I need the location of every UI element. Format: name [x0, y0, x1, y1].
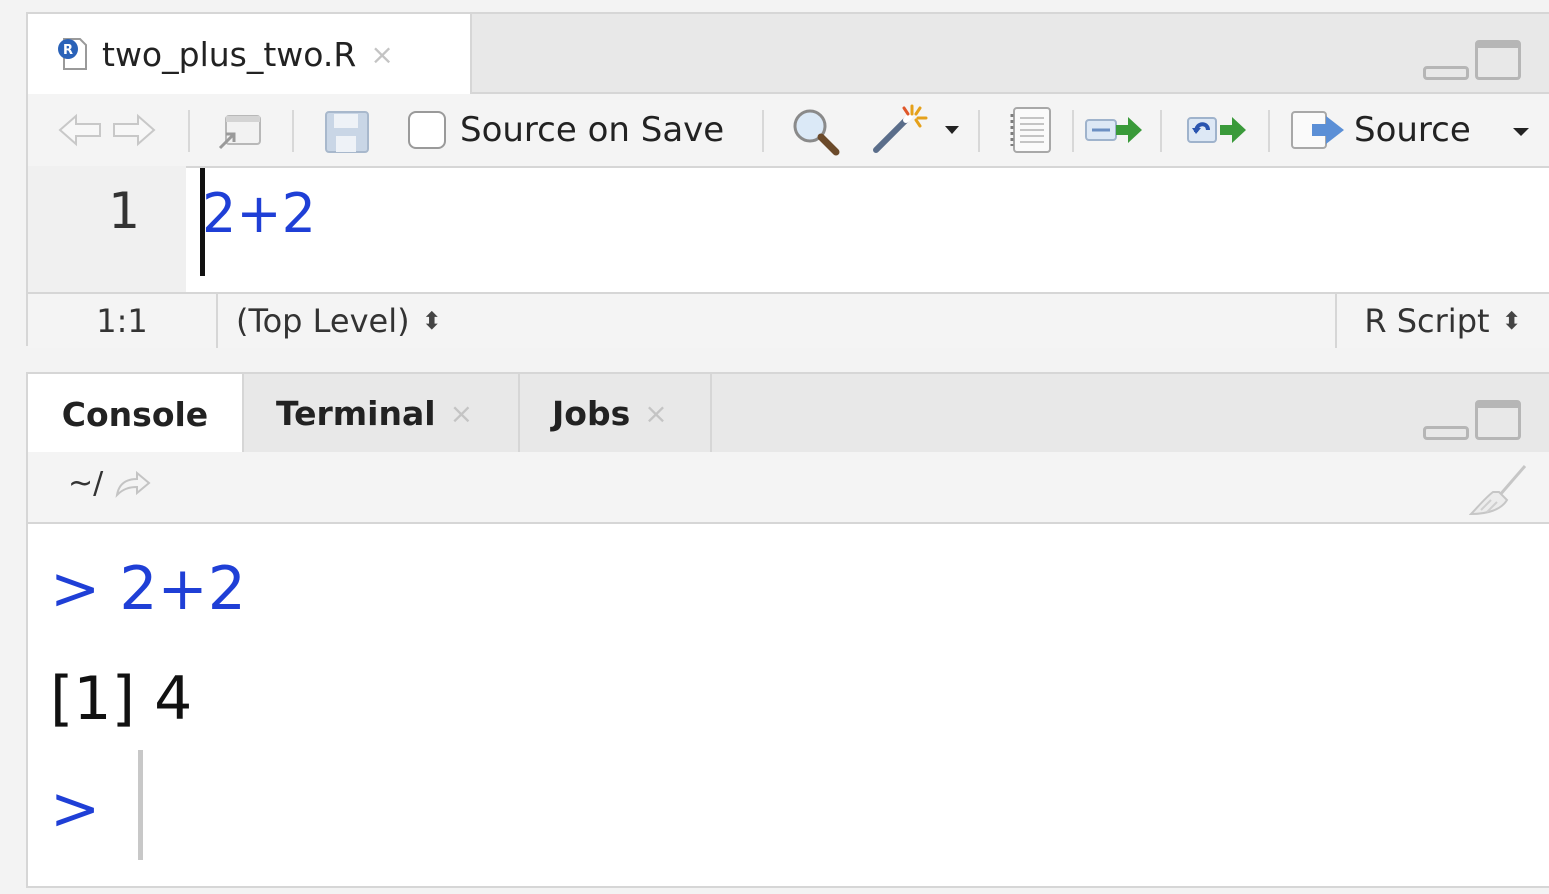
console-output-area[interactable]: > 2+2 [1] 4 > — [28, 524, 1549, 886]
toolbar-separator — [1072, 110, 1074, 152]
console-window-controls — [1423, 400, 1521, 440]
tab-jobs-label: Jobs — [552, 393, 631, 433]
source-options-chevron-icon[interactable] — [1512, 126, 1530, 138]
tab-console-label: Console — [61, 394, 209, 434]
maximize-pane-icon[interactable] — [1475, 400, 1521, 440]
source-button-label: Source — [1354, 110, 1471, 150]
minimize-pane-icon[interactable] — [1423, 66, 1469, 80]
source-on-save-toggle[interactable]: Source on Save — [408, 108, 724, 152]
console-tab-bar: Console Terminal × Jobs × — [28, 374, 1549, 454]
toolbar-separator — [188, 110, 190, 152]
rerun-icon[interactable] — [1186, 112, 1250, 148]
editor-status-bar: 1:1 (Top Level) ⬍ R Script ⬍ — [28, 292, 1549, 348]
source-on-save-checkbox[interactable] — [408, 111, 446, 149]
updown-arrows-icon: ⬍ — [1501, 307, 1522, 335]
line-number-gutter: 1 — [28, 166, 186, 294]
updown-arrows-icon: ⬍ — [421, 307, 442, 335]
code-tools-wand-icon[interactable] — [870, 104, 930, 156]
run-line-icon[interactable] — [1084, 112, 1144, 148]
source-arrow-icon — [1291, 111, 1344, 149]
console-input-line: > 2+2 — [50, 554, 246, 624]
console-text-cursor — [138, 750, 143, 860]
source-on-save-label: Source on Save — [460, 110, 725, 150]
working-directory-path: ~/ — [68, 466, 104, 501]
close-icon[interactable]: × — [644, 397, 667, 430]
forward-icon[interactable] — [110, 112, 158, 148]
cursor-position: 1:1 — [28, 294, 218, 348]
chevron-down-icon[interactable] — [944, 124, 960, 136]
console-pane: Console Terminal × Jobs × ~/ > 2+2 [1] 4… — [26, 372, 1549, 888]
toolbar-separator — [1160, 110, 1162, 152]
console-toolbar: ~/ — [28, 452, 1549, 524]
scope-label: (Top Level) — [236, 302, 410, 340]
console-output-line: [1] 4 — [50, 664, 193, 734]
editor-tab-bar: R two_plus_two.R × — [28, 14, 1549, 94]
scope-selector[interactable]: (Top Level) ⬍ — [236, 294, 442, 348]
file-type-label: R Script — [1364, 302, 1490, 340]
toolbar-separator — [762, 110, 764, 152]
tab-terminal[interactable]: Terminal × — [244, 374, 520, 452]
show-in-new-window-icon[interactable] — [216, 110, 264, 152]
tab-console[interactable]: Console — [28, 374, 244, 454]
tab-terminal-label: Terminal — [276, 393, 436, 433]
svg-text:R: R — [63, 43, 73, 58]
toolbar-separator — [978, 110, 980, 152]
toolbar-separator — [1268, 110, 1270, 152]
tab-two-plus-two[interactable]: R two_plus_two.R × — [28, 14, 472, 94]
editor-window-controls — [1423, 40, 1521, 80]
tab-jobs[interactable]: Jobs × — [520, 374, 712, 452]
back-icon[interactable] — [56, 112, 104, 148]
editor-toolbar: Source on Save Source — [28, 94, 1549, 168]
compile-report-icon[interactable] — [1008, 106, 1054, 154]
line-number: 1 — [108, 182, 140, 240]
source-button[interactable]: Source — [1290, 108, 1471, 152]
clear-console-broom-icon[interactable] — [1468, 462, 1529, 522]
code-line[interactable]: 2+2 — [202, 182, 316, 245]
close-icon[interactable]: × — [450, 397, 473, 430]
file-type-selector[interactable]: R Script ⬍ — [1335, 294, 1549, 348]
tab-filename: two_plus_two.R — [102, 34, 357, 74]
source-editor-pane: R two_plus_two.R × Source on Save Source… — [26, 12, 1549, 348]
r-file-icon: R — [58, 37, 88, 71]
tab-close-icon[interactable]: × — [370, 38, 393, 71]
console-prompt: > — [50, 774, 101, 844]
minimize-pane-icon[interactable] — [1423, 426, 1469, 440]
search-icon[interactable] — [790, 106, 842, 156]
save-icon[interactable] — [324, 110, 370, 154]
maximize-pane-icon[interactable] — [1475, 40, 1521, 80]
go-to-directory-icon[interactable] — [113, 469, 153, 499]
toolbar-separator — [292, 110, 294, 152]
working-directory[interactable]: ~/ — [68, 466, 153, 501]
